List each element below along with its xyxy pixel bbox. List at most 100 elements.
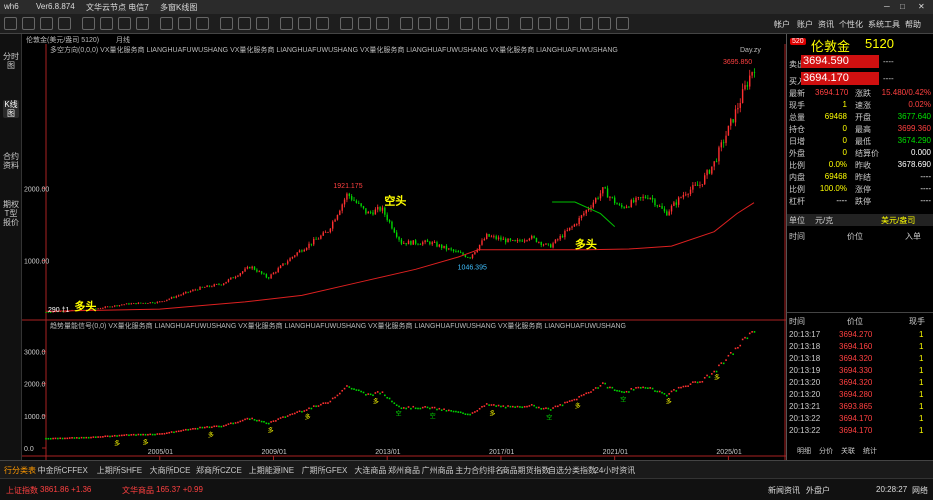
- quote-icon[interactable]: [82, 17, 95, 30]
- menu-news[interactable]: 资讯: [818, 19, 834, 30]
- menu-help[interactable]: 帮助: [905, 19, 921, 30]
- window-icon[interactable]: [340, 17, 353, 30]
- exchange-tab[interactable]: 上期能源INE: [249, 465, 294, 476]
- candle-body: [585, 210, 587, 214]
- kline-icon[interactable]: [100, 17, 113, 30]
- period-icon[interactable]: [220, 17, 233, 30]
- export-icon[interactable]: [436, 17, 449, 30]
- candle-body: [516, 239, 519, 242]
- tab-intraday[interactable]: 分时图: [3, 52, 19, 70]
- alert-icon[interactable]: [298, 17, 311, 30]
- calc-icon[interactable]: [280, 17, 293, 30]
- tab-contract-info[interactable]: 合约资料: [3, 152, 19, 170]
- settings-icon[interactable]: [418, 17, 431, 30]
- note-icon[interactable]: [616, 17, 629, 30]
- candle-body: [597, 198, 599, 199]
- candle-body: [727, 125, 730, 136]
- candle-body: [154, 302, 156, 304]
- exchange-tab[interactable]: 大连商品: [354, 465, 386, 476]
- exchange-tab[interactable]: 主力合约排名: [455, 465, 503, 476]
- search-icon[interactable]: [400, 17, 413, 30]
- screen-icon[interactable]: [580, 17, 593, 30]
- forward-icon[interactable]: [40, 17, 53, 30]
- exchange-tab[interactable]: 上期所SHFE: [97, 465, 142, 476]
- chart-area[interactable]: 多空方向(0,0,0) VX量化服务商 LIANGHUAFUWUSHANG VX…: [22, 44, 786, 460]
- tick-icon[interactable]: [118, 17, 131, 30]
- exchange-tab[interactable]: 行分类表: [4, 465, 36, 476]
- sub-signal-dot: [267, 422, 270, 425]
- account-icon[interactable]: [478, 17, 491, 30]
- grid-icon[interactable]: [316, 17, 329, 30]
- kline-chart[interactable]: 多空方向(0,0,0) VX量化服务商 LIANGHUAFUWUSHANG VX…: [22, 44, 786, 460]
- maximize-button[interactable]: □: [900, 2, 905, 11]
- menu-window[interactable]: 多窗K线图: [160, 2, 197, 13]
- candle-body: [651, 198, 654, 200]
- layout-icon[interactable]: [358, 17, 371, 30]
- tab-kline[interactable]: K线图: [3, 100, 19, 118]
- quote-field-value: 15.480/0.42%: [881, 88, 931, 97]
- candle-body: [644, 196, 647, 198]
- detail-tab[interactable]: 明细: [797, 446, 811, 456]
- exchange-tab[interactable]: 24小时资讯: [594, 465, 635, 476]
- candle-body: [289, 258, 291, 262]
- sub-signal-dot: [339, 392, 341, 395]
- exchange-tab[interactable]: 商品期货指数: [502, 465, 550, 476]
- sub-signal-dot: [166, 432, 168, 434]
- order-icon[interactable]: [136, 17, 149, 30]
- sub-signal-dot: [587, 391, 590, 394]
- candle-body: [744, 85, 746, 90]
- back-icon[interactable]: [22, 17, 35, 30]
- tools-icon[interactable]: [376, 17, 389, 30]
- exchange-tab[interactable]: 郑商所CZCE: [196, 465, 242, 476]
- tab-option-quote[interactable]: 期权T型报价: [3, 200, 19, 227]
- menu-custom[interactable]: 个性化: [839, 19, 863, 30]
- news-icon[interactable]: [496, 17, 509, 30]
- sub-signal-dot: [727, 354, 730, 357]
- exchange-tab[interactable]: 郑州商品: [388, 465, 420, 476]
- menu-node[interactable]: 文华云节点 电信7: [86, 2, 149, 13]
- zoom-out-icon[interactable]: [178, 17, 191, 30]
- sub-signal-dot: [286, 415, 289, 417]
- candle-body: [689, 189, 692, 195]
- detail-tab[interactable]: 分价: [819, 446, 833, 456]
- draw-icon[interactable]: [256, 17, 269, 30]
- print-icon[interactable]: [598, 17, 611, 30]
- refresh-icon[interactable]: [196, 17, 209, 30]
- sub-signal-dot: [68, 437, 71, 439]
- candle-body: [177, 295, 180, 297]
- sub-signal-dot: [599, 385, 602, 387]
- minimize-button[interactable]: ─: [884, 2, 890, 11]
- sub-signal-dot: [102, 436, 104, 438]
- candle-body: [578, 218, 580, 225]
- zoom-in-icon[interactable]: [160, 17, 173, 30]
- sub-signal-dot: [464, 413, 467, 415]
- sub-signal-dot: [192, 428, 194, 430]
- news-button[interactable]: 新闻资讯: [768, 485, 800, 496]
- indicator-icon[interactable]: [238, 17, 251, 30]
- menu-user[interactable]: 账户: [797, 19, 813, 30]
- close-button[interactable]: ✕: [918, 2, 925, 11]
- lock-icon[interactable]: [538, 17, 551, 30]
- candle-body: [632, 200, 635, 203]
- unit-value-usd[interactable]: 美元/盎司: [881, 215, 915, 226]
- menu-account[interactable]: 帐户: [774, 19, 790, 30]
- exchange-tab[interactable]: 大商所DCE: [150, 465, 191, 476]
- exchange-tab[interactable]: 广期所GFEX: [302, 465, 348, 476]
- chart-icon[interactable]: [58, 17, 71, 30]
- buy-volume: ----: [883, 74, 894, 83]
- menu-tools[interactable]: 系统工具: [868, 19, 900, 30]
- help-icon[interactable]: [520, 17, 533, 30]
- exchange-tab[interactable]: 广州商品: [422, 465, 454, 476]
- detail-tab[interactable]: 统计: [863, 446, 877, 456]
- sound-icon[interactable]: [556, 17, 569, 30]
- trade-icon[interactable]: [460, 17, 473, 30]
- home-icon[interactable]: [4, 17, 17, 30]
- sub-signal-dot: [488, 404, 490, 406]
- unit-value[interactable]: 元/克: [815, 215, 833, 226]
- detail-tab[interactable]: 关联: [841, 446, 855, 456]
- exchange-tab[interactable]: 自选分类指数: [548, 465, 596, 476]
- exchange-tab[interactable]: 中金所CFFEX: [38, 465, 88, 476]
- sub-signal-dot: [184, 428, 187, 431]
- tick-price: 3694.170: [839, 426, 873, 435]
- external-button[interactable]: 外盘户: [806, 485, 830, 496]
